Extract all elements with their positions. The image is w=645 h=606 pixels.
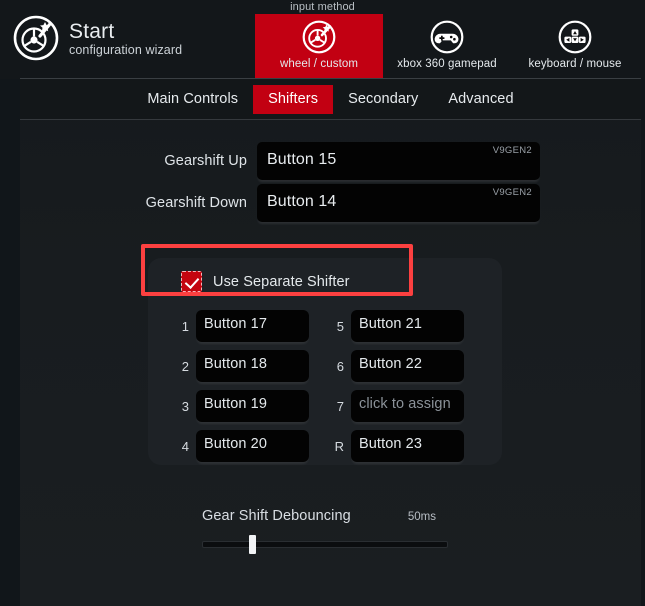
tab-advanced[interactable]: Advanced	[433, 85, 528, 114]
gear-value-6: Button 22	[359, 356, 422, 372]
gearshift-down-device: V9GEN2	[492, 187, 532, 198]
checkbox-checked-icon	[181, 271, 202, 292]
gear-value-4: Button 20	[204, 436, 267, 452]
steering-wheel-icon	[301, 19, 337, 55]
tab-secondary[interactable]: Secondary	[333, 85, 433, 114]
gearshift-down-label: Gearshift Down	[145, 195, 247, 211]
separate-shifter-panel: Use Separate Shifter 1 Button 17 5 Butto…	[148, 258, 502, 465]
gearshift-up-device: V9GEN2	[492, 145, 532, 156]
gear-number-3: 3	[181, 398, 189, 414]
gear-field-reverse[interactable]: Button 23	[351, 430, 464, 462]
tabbar-divider	[20, 119, 641, 120]
use-separate-shifter-label: Use Separate Shifter	[213, 273, 350, 290]
left-margin-strip	[0, 0, 20, 606]
gear-field-7[interactable]: click to assign	[351, 390, 464, 422]
tab-shifters[interactable]: Shifters	[253, 84, 334, 114]
debounce-value: 50ms	[407, 511, 436, 523]
input-method-wheel-custom[interactable]: wheel / custom	[255, 14, 383, 78]
gear-value-1: Button 17	[204, 316, 267, 332]
gearshift-down-field[interactable]: V9GEN2 Button 14	[257, 184, 540, 222]
gear-field-2[interactable]: Button 18	[196, 350, 309, 382]
gearshift-up-value: Button 15	[267, 151, 337, 168]
dpad-keys-icon	[557, 19, 593, 55]
gear-field-4[interactable]: Button 20	[196, 430, 309, 462]
gear-cell-4: 4 Button 20	[178, 426, 329, 466]
gearshift-down-value: Button 14	[267, 193, 337, 210]
brand-subtitle: configuration wizard	[69, 43, 183, 58]
gear-cell-2: 2 Button 18	[178, 346, 329, 386]
tab-bar: Main Controls Shifters Secondary Advance…	[20, 79, 641, 119]
gear-value-2: Button 18	[204, 356, 267, 372]
gear-value-7: click to assign	[359, 396, 451, 412]
steering-wheel-wand-icon	[12, 14, 60, 62]
right-margin-strip	[641, 0, 645, 606]
gamepad-icon	[429, 19, 465, 55]
gear-cell-5: 5 Button 21	[333, 306, 484, 346]
gear-value-reverse: Button 23	[359, 436, 422, 452]
gear-field-6[interactable]: Button 22	[351, 350, 464, 382]
gear-value-5: Button 21	[359, 316, 422, 332]
debounce-slider[interactable]	[202, 535, 448, 554]
gear-assignment-grid: 1 Button 17 5 Button 21 2 Button 18 6 Bu…	[178, 306, 478, 466]
use-separate-shifter-checkbox[interactable]: Use Separate Shifter	[181, 271, 350, 292]
config-wizard-window: input method Start configuration wizard	[0, 0, 645, 606]
gear-shift-debouncing-control: Gear Shift Debouncing 50ms	[202, 508, 448, 554]
gear-number-4: 4	[181, 438, 189, 454]
gear-number-5: 5	[336, 318, 344, 334]
gear-field-1[interactable]: Button 17	[196, 310, 309, 342]
gear-cell-1: 1 Button 17	[178, 306, 329, 346]
gearshift-up-row: Gearshift Up V9GEN2 Button 15	[135, 142, 540, 180]
gear-number-6: 6	[336, 358, 344, 374]
debounce-slider-thumb[interactable]	[249, 535, 256, 554]
gear-cell-3: 3 Button 19	[178, 386, 329, 426]
top-bar: input method Start configuration wizard	[0, 0, 645, 79]
input-method-keyboard-mouse[interactable]: keyboard / mouse	[511, 14, 639, 78]
gearshift-up-label: Gearshift Up	[164, 153, 247, 169]
debounce-header: Gear Shift Debouncing 50ms	[202, 508, 448, 524]
gear-cell-6: 6 Button 22	[333, 346, 484, 386]
gear-value-3: Button 19	[204, 396, 267, 412]
gear-number-2: 2	[181, 358, 189, 374]
gear-number-reverse: R	[334, 438, 344, 454]
gear-number-7: 7	[336, 398, 344, 414]
gear-field-5[interactable]: Button 21	[351, 310, 464, 342]
gear-cell-reverse: R Button 23	[333, 426, 484, 466]
debounce-slider-track[interactable]	[202, 541, 448, 548]
debounce-title: Gear Shift Debouncing	[202, 508, 351, 524]
brand-title: Start	[69, 20, 115, 44]
gear-cell-7: 7 click to assign	[333, 386, 484, 426]
tab-main-controls[interactable]: Main Controls	[132, 85, 253, 114]
gearshift-up-field[interactable]: V9GEN2 Button 15	[257, 142, 540, 180]
gearshift-down-row: Gearshift Down V9GEN2 Button 14	[135, 184, 540, 222]
gear-number-1: 1	[181, 318, 189, 334]
start-configuration-wizard-button[interactable]: Start configuration wizard	[12, 14, 182, 62]
input-method-xbox-360-gamepad-label: xbox 360 gamepad	[397, 58, 497, 70]
input-method-xbox-360-gamepad[interactable]: xbox 360 gamepad	[383, 14, 511, 78]
input-method-keyboard-mouse-label: keyboard / mouse	[528, 58, 622, 70]
input-method-label: input method	[290, 1, 355, 13]
gear-field-3[interactable]: Button 19	[196, 390, 309, 422]
input-method-selector: wheel / custom xbox 360 gamepad keyboard…	[255, 14, 639, 78]
input-method-wheel-custom-label: wheel / custom	[279, 58, 359, 70]
